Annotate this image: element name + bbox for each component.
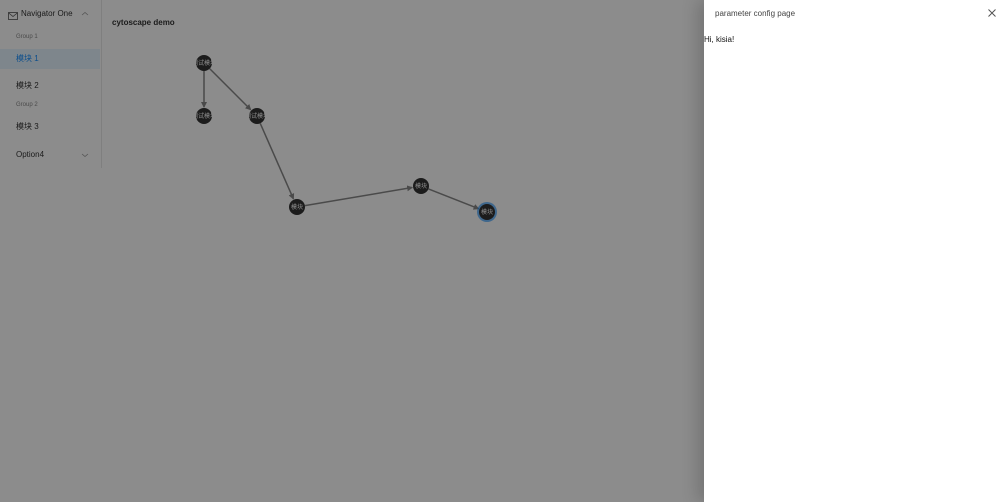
drawer-body-text: Hi, kisia! <box>704 35 735 44</box>
drawer-mask[interactable] <box>0 0 704 502</box>
parameter-config-drawer: parameter config page Hi, kisia! <box>704 0 1000 502</box>
close-icon[interactable] <box>987 8 997 18</box>
drawer-title: parameter config page <box>715 9 796 18</box>
